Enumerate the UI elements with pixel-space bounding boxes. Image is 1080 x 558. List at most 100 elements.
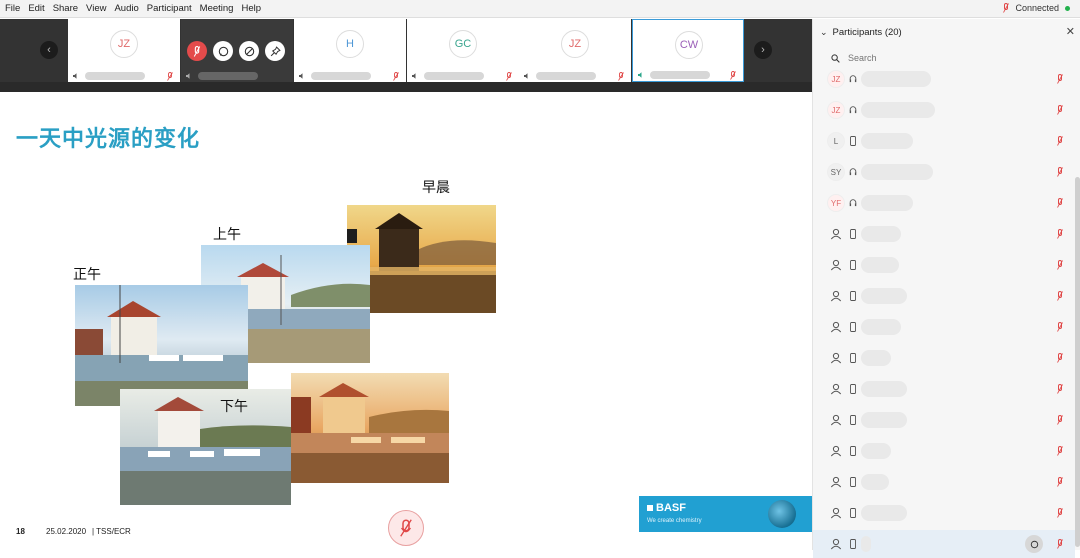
next-page-button[interactable]: ›	[754, 41, 772, 59]
participant-row[interactable]	[813, 499, 1075, 527]
participant-chat-button[interactable]	[1025, 535, 1043, 553]
speaker-icon	[186, 73, 190, 79]
participant-row[interactable]: L	[813, 127, 1075, 155]
user-icon	[830, 414, 842, 426]
menu-meeting[interactable]: Meeting	[200, 3, 234, 14]
tile-bar	[633, 69, 743, 81]
headset-icon	[849, 106, 857, 114]
chevron-down-icon[interactable]: ⌄	[820, 27, 828, 38]
participant-row[interactable]	[813, 220, 1075, 248]
label-noon: 正午	[73, 267, 101, 283]
mic-muted-icon	[167, 71, 173, 81]
photo-afternoon	[120, 389, 291, 505]
phone-icon	[850, 446, 856, 456]
tile-avatar: H	[336, 30, 364, 58]
menu-file[interactable]: File	[5, 3, 20, 14]
mic-muted-icon	[1057, 446, 1063, 456]
participant-row[interactable]	[813, 375, 1075, 403]
video-tile[interactable]: JZ	[519, 19, 631, 82]
participant-row[interactable]	[813, 344, 1075, 372]
mic-muted-icon	[393, 71, 399, 81]
mute-toggle-button[interactable]	[187, 41, 207, 61]
stop-video-button[interactable]	[239, 41, 259, 61]
mic-muted-icon	[1057, 322, 1063, 332]
participant-name-redacted	[861, 226, 901, 242]
floating-mute-button[interactable]	[388, 510, 424, 546]
photo-noon	[75, 285, 248, 406]
menu-edit[interactable]: Edit	[28, 3, 44, 14]
video-tile[interactable]: H	[294, 19, 406, 82]
mic-muted-icon	[400, 519, 412, 537]
label-forenoon: 上午	[213, 227, 241, 243]
participant-row[interactable]: SY	[813, 158, 1075, 186]
participant-avatar	[827, 225, 845, 243]
tile-avatar: CW	[675, 31, 703, 59]
tile-name-redacted	[650, 71, 710, 79]
participant-row[interactable]	[813, 282, 1075, 310]
scrollbar[interactable]	[1075, 177, 1080, 547]
participant-row[interactable]	[813, 437, 1075, 465]
menu-list: File Edit Share View Audio Participant M…	[0, 3, 269, 14]
mic-muted-icon	[1057, 167, 1063, 177]
mic-muted-icon	[1057, 291, 1063, 301]
mic-muted-icon	[1057, 229, 1063, 239]
participant-row[interactable]	[813, 251, 1075, 279]
user-icon	[830, 352, 842, 364]
participant-avatar	[827, 318, 845, 336]
menu-view[interactable]: View	[86, 3, 106, 14]
menu-bar: File Edit Share View Audio Participant M…	[0, 0, 1080, 18]
speaker-icon	[412, 73, 416, 79]
video-tile[interactable]: JZ	[68, 19, 180, 82]
chat-icon	[218, 46, 228, 56]
participant-row[interactable]: JZ	[813, 65, 1075, 93]
participant-row[interactable]: JZ	[813, 96, 1075, 124]
phone-icon	[850, 229, 856, 239]
speaker-icon	[73, 73, 77, 79]
video-tile[interactable]: GC	[407, 19, 519, 82]
participant-avatar: JZ	[827, 70, 845, 88]
phone-icon	[850, 260, 856, 270]
video-tile-active[interactable]: CW	[632, 19, 744, 82]
user-icon	[830, 290, 842, 302]
connection-dot	[1065, 5, 1070, 11]
prev-page-button[interactable]: ‹	[40, 41, 58, 59]
basf-globe	[768, 500, 796, 528]
participants-header[interactable]: ⌄ Participants (20) ✕	[813, 19, 1080, 45]
pin-button[interactable]	[265, 41, 285, 61]
participant-avatar	[827, 504, 845, 522]
close-icon[interactable]: ✕	[1066, 25, 1075, 38]
mic-muted-icon	[1003, 3, 1010, 13]
participant-avatar	[827, 256, 845, 274]
participant-name-redacted	[861, 195, 913, 211]
speaker-active-icon	[638, 72, 642, 78]
tile-avatar: JZ	[561, 30, 589, 58]
participant-row[interactable]: YF	[813, 189, 1075, 217]
participant-name-redacted	[861, 164, 933, 180]
phone-icon	[850, 322, 856, 332]
video-strip: ‹ JZ H GC JZ CW ›	[0, 19, 812, 91]
headset-icon	[849, 168, 857, 176]
connection-status[interactable]: Connected	[1003, 3, 1070, 13]
participant-row[interactable]	[813, 406, 1075, 434]
participant-row[interactable]	[813, 530, 1075, 558]
menu-help[interactable]: Help	[241, 3, 261, 14]
participant-row[interactable]	[813, 313, 1075, 341]
mic-muted-icon	[1057, 508, 1063, 518]
menu-share[interactable]: Share	[53, 3, 78, 14]
participant-name-redacted	[861, 71, 931, 87]
tile-bar	[181, 70, 293, 82]
participant-row[interactable]	[813, 468, 1075, 496]
participant-search[interactable]	[831, 51, 1063, 65]
chat-icon	[1030, 540, 1038, 548]
user-icon	[830, 507, 842, 519]
slide-dept: | TSS/ECR	[92, 527, 131, 536]
menu-participant[interactable]: Participant	[147, 3, 192, 14]
search-input[interactable]	[848, 53, 1048, 63]
participant-name-redacted	[861, 319, 901, 335]
participant-avatar	[827, 473, 845, 491]
menu-audio[interactable]: Audio	[114, 3, 138, 14]
participant-name-redacted	[861, 505, 907, 521]
chat-button[interactable]	[213, 41, 233, 61]
mic-muted-icon	[1057, 384, 1063, 394]
participant-avatar	[827, 349, 845, 367]
